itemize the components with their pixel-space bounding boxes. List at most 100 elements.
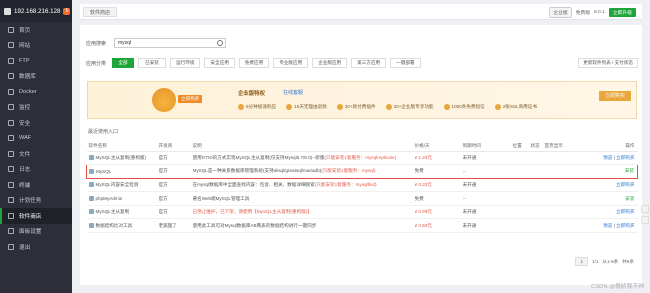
category-button[interactable]: 一键部署 <box>390 58 421 68</box>
sidebar-item[interactable]: 终端 <box>0 177 72 193</box>
cell-actions: 安装 <box>572 191 638 206</box>
sidebar-item[interactable]: 监控 <box>0 100 72 116</box>
sidebar-item[interactable]: 文件 <box>0 146 72 162</box>
cell-expire: -- <box>462 164 513 179</box>
table-row: MySQL内容安全检测 官方 在mysql数据库中全面查找内容：包含、相关、数据详细… <box>86 178 638 193</box>
software-table: 软件名称 开发商 说明 价格/天 到期时间 位置 状态 首页显示 操作 MySQ… <box>86 141 638 234</box>
feedback-icon[interactable] <box>641 205 649 213</box>
cell-home-display <box>544 164 573 179</box>
category-button[interactable]: 全部 <box>112 58 135 68</box>
cell-name: MySQL <box>86 164 159 179</box>
sidebar-item[interactable]: 首页 <box>0 22 72 38</box>
header-price: 价格/天 <box>414 141 463 152</box>
cell-home-display <box>544 191 573 206</box>
notification-badge[interactable]: 5 <box>63 7 71 15</box>
category-button[interactable]: 免费应用 <box>238 58 270 68</box>
sidebar: 192.168.216.128 5 首页 网站 FTP 数据库 Docker 监控 安全 WA… <box>0 0 72 293</box>
sidebar-item[interactable]: 网站 <box>0 38 72 54</box>
app-icon <box>88 196 94 202</box>
page-current[interactable]: 1 <box>575 257 589 266</box>
sidebar-item-label: 安全 <box>19 120 31 127</box>
globe-icon <box>8 42 14 49</box>
preview-link[interactable]: 预览 <box>603 223 612 228</box>
preview-link[interactable]: 预览 <box>603 155 612 160</box>
buy-now-link[interactable]: 立即购买 <box>616 155 634 160</box>
page-range: 从1-6条 <box>602 258 619 264</box>
description-note: (只能安装1套服务：mysqlfind) <box>314 181 377 187</box>
software-name: MySQL内容安全检测 <box>95 181 139 187</box>
category-button[interactable]: 企业版应用 <box>312 58 348 68</box>
online-support-link[interactable]: 在线客服 <box>283 89 303 96</box>
banner-feature-label: 1000条免费短信 <box>451 104 485 109</box>
table-row: 数据结构比对工具 老狐狸了 使用此工具可对Mysql数据库AB两表的数据结构进行一键… <box>86 218 638 234</box>
cell-price: 免费 <box>414 191 463 206</box>
edition-badge[interactable]: 企业版 <box>549 7 572 18</box>
sidebar-item[interactable]: FTP <box>0 53 72 69</box>
install-button[interactable]: 安装 <box>625 168 634 173</box>
table-row: phpMyAdmin 官方 著名Web端MySQL管理工具 免费 -- 安装 <box>86 191 638 206</box>
sidebar-item[interactable]: 退出 <box>0 239 72 255</box>
banner-buy-button[interactable]: 立即购买 <box>598 91 631 101</box>
category-button[interactable]: 专业版应用 <box>273 58 309 68</box>
buy-now-link[interactable]: 立即购买 <box>616 209 634 214</box>
pagination: 1 1/1 从1-6条 共6条 <box>575 257 634 266</box>
upgrade-button[interactable]: 立即升级 <box>608 8 636 17</box>
category-button[interactable]: 运行环境 <box>170 58 201 68</box>
category-button[interactable]: 第三方应用 <box>351 58 387 68</box>
banner-feature-label: 5分钟极速响应 <box>246 104 277 109</box>
refresh-list-button[interactable]: 更新软件列表 / 支付状态 <box>578 58 638 68</box>
category-button[interactable]: 安全应用 <box>204 58 235 68</box>
search-input[interactable]: mysql <box>114 38 227 48</box>
sidebar-item[interactable]: 数据库 <box>0 69 72 85</box>
sidebar-item-label: 退出 <box>19 244 31 251</box>
cell-developer: 老狐狸了 <box>158 218 193 234</box>
header-expire: 到期时间 <box>462 141 513 152</box>
sidebar-item-label: 面板设置 <box>19 229 42 236</box>
description-text: 使用GTID的方式实现MySQL主从复制(仅支持Mysql5.7/8.0)--新… <box>192 154 325 160</box>
app-icon <box>88 209 94 215</box>
sidebar-item[interactable]: 安全 <box>0 115 72 131</box>
cell-name: MySQL主从复制(重构版) <box>86 151 159 166</box>
description-text: MySQL是一种关系数据库管理系统(支持alisql/greatsql/mari… <box>192 168 322 174</box>
cell-status <box>530 205 545 220</box>
banner-feature: 5分钟极速响应 <box>238 104 276 110</box>
tab-software-store[interactable]: 软件商店 <box>83 7 118 17</box>
cell-name: MySQL主从复制 <box>86 205 159 220</box>
header-name: 软件名称 <box>86 141 159 152</box>
sidebar-item[interactable]: 软件商店 <box>0 208 72 224</box>
feature-icon <box>336 104 343 110</box>
banner-buy-tag[interactable]: 立即购买 <box>178 95 203 103</box>
buy-now-link[interactable]: 立即购买 <box>616 182 634 187</box>
description-text: 著名Web端MySQL管理工具 <box>192 195 250 201</box>
install-button[interactable]: 安装 <box>625 196 634 201</box>
top-bar: 软件商店 企业版 免费版 8.0.1 立即升级 <box>80 4 642 20</box>
sidebar-item-label: Docker <box>19 88 37 95</box>
header-actions: 操作 <box>572 141 638 152</box>
sidebar-item-label: 软件商店 <box>19 213 42 220</box>
category-button[interactable]: 已安装 <box>138 58 167 68</box>
cell-developer: 官方 <box>158 164 193 179</box>
sidebar-item[interactable]: WAF <box>0 131 72 147</box>
buy-now-link[interactable]: 立即购买 <box>616 223 634 228</box>
page-total: 1/1 <box>592 259 599 264</box>
cell-description: MySQL是一种关系数据库管理系统(支持alisql/greatsql/mari… <box>192 164 415 179</box>
cell-location <box>512 178 531 193</box>
ftp-icon <box>8 57 14 64</box>
app-icon <box>88 155 94 161</box>
sidebar-item[interactable]: 日志 <box>0 162 72 178</box>
scroll-top-icon[interactable] <box>641 216 649 224</box>
cell-status <box>530 151 545 166</box>
cell-location <box>512 164 531 179</box>
sidebar-item[interactable]: 计划任务 <box>0 193 72 209</box>
free-label: 免费版 <box>575 11 591 16</box>
cell-price: ¥ 0.50元 <box>414 218 463 234</box>
sidebar-item[interactable]: Docker <box>0 84 72 100</box>
table-row: MySQL主从复制(重构版) 官方 使用GTID的方式实现MySQL主从复制(仅支持… <box>86 151 638 166</box>
search-icon[interactable] <box>217 40 224 46</box>
feature-icon <box>494 104 501 110</box>
software-name: 数据结构比对工具 <box>95 222 133 228</box>
cell-description: 使用此工具可对Mysql数据库AB两表的数据结构进行一键同步 <box>192 218 415 234</box>
search-label: 应用搜索 <box>86 40 107 47</box>
cell-price: ¥ 1.33元 <box>414 151 463 166</box>
sidebar-item[interactable]: 面板设置 <box>0 224 72 240</box>
